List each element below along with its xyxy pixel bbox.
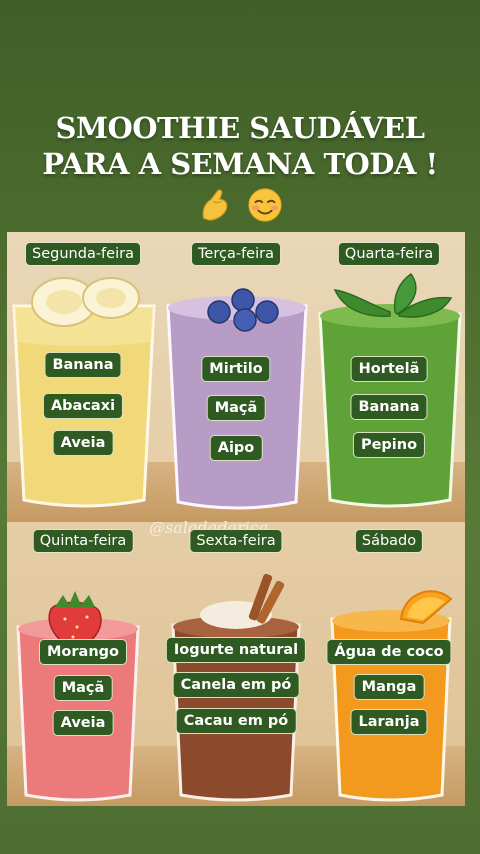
emoji-row	[196, 186, 296, 226]
ingredient-badge: Canela em pó	[172, 672, 300, 698]
smoothie-glass	[12, 277, 156, 508]
title-line-1: SMOOTHIE SAUDÁVEL	[55, 111, 425, 145]
day-card-quarta: Quarta-feira Hortelã Banana Pepino	[313, 232, 465, 519]
day-label: Sábado	[354, 529, 424, 553]
smiling-face-icon	[248, 188, 282, 222]
ingredient-badge: Maçã	[53, 675, 113, 701]
ingredient-badge: Aipo	[209, 435, 263, 461]
day-card-terca: Terça-feira Mirtilo Maçã Aipo	[160, 232, 312, 519]
ingredient-badge: Aveia	[52, 710, 114, 736]
ingredient-badge: Iogurte natural	[165, 637, 307, 663]
smoothie-glass	[318, 272, 462, 508]
day-label: Quarta-feira	[337, 242, 441, 266]
cinnamon-sticks-icon	[248, 573, 285, 624]
ingredient-badge: Pepino	[352, 432, 426, 458]
ingredient-badge: Banana	[44, 352, 122, 378]
page-title: SMOOTHIE SAUDÁVEL PARA A SEMANA TODA !	[0, 110, 480, 182]
smoothie-board: Segunda-feira Banana Abacaxi Aveia Terça…	[7, 232, 465, 806]
ingredient-badge: Banana	[350, 394, 428, 420]
day-label: Segunda-feira	[25, 242, 141, 266]
ingredient-badge: Cacau em pó	[175, 708, 297, 734]
pinched-fingers-icon	[202, 189, 228, 221]
title-line-2: PARA A SEMANA TODA !	[42, 147, 438, 181]
day-label: Sexta-feira	[189, 529, 283, 553]
day-card-sabado: Sábado Água de coco Manga Laranja	[313, 519, 465, 806]
day-card-quinta: Quinta-feira Morango Maçã Aveia	[7, 519, 159, 806]
ingredient-badge: Aveia	[52, 430, 114, 456]
ingredient-badge: Água de coco	[326, 639, 452, 665]
day-label: Quinta-feira	[32, 529, 134, 553]
day-label: Terça-feira	[191, 242, 281, 266]
ingredient-badge: Laranja	[350, 709, 428, 735]
day-card-segunda: Segunda-feira Banana Abacaxi Aveia	[7, 232, 159, 519]
ingredient-badge: Morango	[39, 639, 127, 665]
ingredient-badge: Manga	[353, 674, 425, 700]
ingredient-badge: Hortelã	[350, 356, 428, 382]
day-card-sexta: Sexta-feira Iogurte natural Canela em pó…	[160, 519, 312, 806]
ingredient-badge: Mirtilo	[201, 356, 271, 382]
ingredient-badge: Abacaxi	[42, 393, 124, 419]
ingredient-badge: Maçã	[206, 395, 266, 421]
